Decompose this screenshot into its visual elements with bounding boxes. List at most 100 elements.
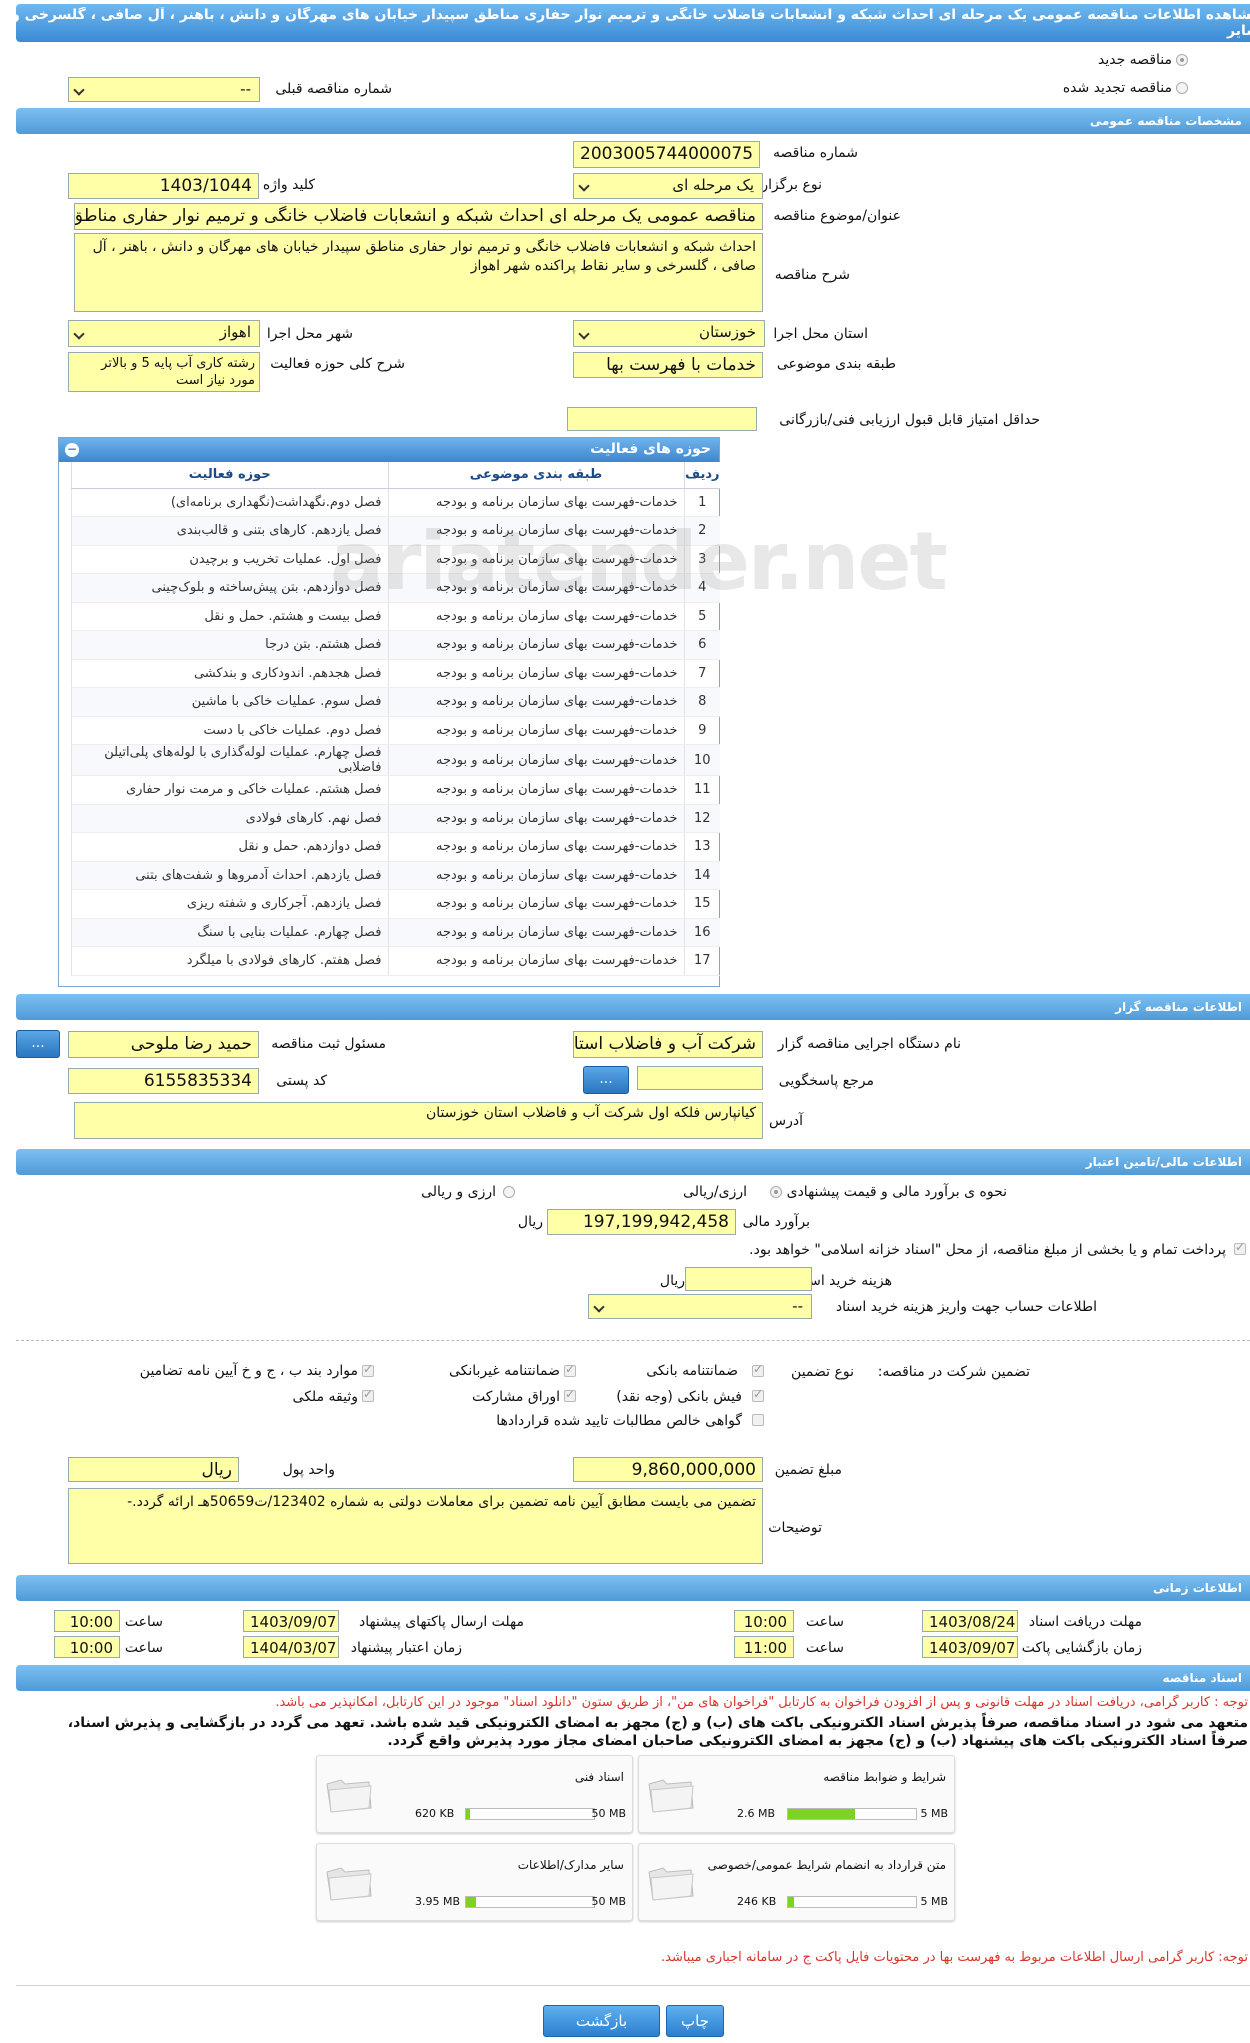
activity-cell: فصل هشتم. بتن درجا [71,630,388,660]
file-max-size: 50 MB [591,1807,626,1820]
section-timing: اطلاعات زمانی [16,1575,1250,1601]
file-size-bar [787,1896,917,1908]
currency-radio[interactable] [503,1186,515,1198]
back-button[interactable]: بازگشت [543,2005,660,2037]
table-row[interactable]: 14 خدمات-فهرست بهای سازمان برنامه و بودجه… [71,861,720,890]
notes-field: تضمین می بایست مطابق آیین نامه تضمین برا… [68,1488,763,1564]
folder-icon [648,1867,694,1901]
rial-radio[interactable] [770,1186,782,1198]
document-file-card[interactable]: سایر مدارک/اطلاعات 3.95 MB 50 MB [316,1843,633,1921]
doc-deadline-time-label: ساعت [805,1614,844,1630]
send-deadline-label: مهلت ارسال پاکتهای پیشنهاد [358,1614,524,1630]
category-cell: خدمات-فهرست بهای سازمان برنامه و بودجه [387,861,684,890]
validity-time-label: ساعت [124,1640,163,1656]
col-activity-header[interactable]: حوزه فعالیت [71,462,388,489]
cash-label: فیش بانکی (وجه نقد) [616,1389,742,1405]
table-row[interactable]: 1 خدمات-فهرست بهای سازمان برنامه و بودجه ف… [71,488,720,517]
category-cell: خدمات-فهرست بهای سازمان برنامه و بودجه [387,659,684,688]
table-row[interactable]: 15 خدمات-فهرست بهای سازمان برنامه و بودجه… [71,889,720,919]
page-title-bar: مشاهده اطلاعات مناقصه عمومی یک مرحله ای … [11,4,1250,42]
chevron-down-icon [593,1300,605,1313]
keyword-label: کلید واژه [262,177,315,193]
file-size-fill [466,1809,470,1819]
row-number-cell: 7 [683,659,720,688]
row-number-cell: 6 [683,630,720,660]
row-number-cell: 11 [683,775,720,805]
table-row[interactable]: 12 خدمات-فهرست بهای سازمان برنامه و بودجه… [71,804,720,833]
activity-cell: فصل دوم.نگهداشت(نگهداری برنامه‌ای) [71,488,388,517]
table-row[interactable]: 9 خدمات-فهرست بهای سازمان برنامه و بودجه ف… [71,716,720,745]
chevron-down-icon [578,327,590,340]
activity-cell: فصل دوازدهم. حمل و نقل [71,832,388,862]
table-row[interactable]: 13 خدمات-فهرست بهای سازمان برنامه و بودجه… [71,832,720,862]
activity-cell: فصل چهارم. عملیات بنایی با سنگ [71,918,388,947]
claims-checkbox[interactable] [752,1414,764,1426]
property-checkbox[interactable] [362,1387,374,1402]
category-cell: خدمات-فهرست بهای سازمان برنامه و بودجه [387,716,684,745]
table-row[interactable]: 8 خدمات-فهرست بهای سازمان برنامه و بودجه ف… [71,687,720,717]
clauses-label: موارد بند ب ، ج و خ آیین نامه تضامین [139,1363,358,1379]
table-row[interactable]: 11 خدمات-فهرست بهای سازمان برنامه و بودجه… [71,775,720,805]
table-row[interactable]: 10 خدمات-فهرست بهای سازمان برنامه و بودجه… [71,744,720,776]
file-current-size: 246 KB [737,1895,777,1908]
collapse-icon[interactable]: − [65,443,79,457]
org-label: نام دستگاه اجرایی مناقصه گزار [777,1036,961,1052]
document-file-card[interactable]: شرایط و ضوابط مناقصه 2.6 MB 5 MB [638,1755,955,1833]
row-number-cell: 15 [683,889,720,919]
min-score-field[interactable] [567,407,757,431]
table-row[interactable]: 7 خدمات-فهرست بهای سازمان برنامه و بودجه ف… [71,659,720,688]
registrar-field: حمید رضا ملوحی [68,1031,259,1058]
activity-cell: فصل هجدهم. اندودکاری و بندکشی [71,659,388,688]
document-file-card[interactable]: متن قرارداد به انضمام شرایط عمومی/خصوصی 2… [638,1843,955,1921]
estimate-label: برآورد مالی [742,1214,810,1230]
nonbank-guarantee-checkbox[interactable] [564,1362,576,1377]
file-name: اسناد فنی [574,1770,624,1784]
category-label: طبقه بندی موضوعی [776,356,896,372]
bank-guarantee-checkbox[interactable] [752,1362,764,1377]
account-select[interactable]: -- [588,1294,812,1319]
doc-deadline-time: 10:00 [734,1610,794,1632]
treasury-checkbox[interactable] [1234,1240,1246,1255]
registrar-lookup-button[interactable]: ... [16,1030,60,1058]
renewed-tender-label: مناقصه تجدید شده [1062,80,1172,96]
new-tender-radio[interactable] [1176,54,1188,66]
table-row[interactable]: 17 خدمات-فهرست بهای سازمان برنامه و بودجه… [71,946,720,976]
col-row-header[interactable]: ردیف [683,462,720,489]
row-number-cell: 14 [683,861,720,890]
page-title: مشاهده اطلاعات مناقصه عمومی یک مرحله ای … [11,7,1250,39]
opening-time: 11:00 [734,1636,794,1658]
documents-note: توجه : کاربر گرامی، دریافت اسناد در مهلت… [275,1695,1248,1710]
chevron-down-icon [73,327,85,340]
table-row[interactable]: 6 خدمات-فهرست بهای سازمان برنامه و بودجه ف… [71,630,720,660]
row-number-cell: 17 [683,946,720,976]
bonds-checkbox[interactable] [564,1387,576,1402]
activity-cell: فصل دوم. عملیات خاکی با دست [71,716,388,745]
province-select[interactable]: خوزستان [573,320,765,347]
prev-number-select[interactable]: -- [68,77,260,102]
print-button[interactable]: چاپ [666,2005,724,2037]
cash-checkbox[interactable] [752,1387,764,1402]
category-cell: خدمات-فهرست بهای سازمان برنامه و بودجه [387,630,684,660]
subject-label: عنوان/موضوع مناقصه [773,208,901,224]
guarantee-amount-label: مبلغ تضمین [774,1462,842,1478]
validity-date: 1404/03/07 [243,1636,339,1658]
city-select[interactable]: اهواز [68,320,260,347]
reference-label: مرجع پاسخگویی [778,1073,874,1089]
tender-number-label: شماره مناقصه [773,145,858,161]
doc-fee-field [685,1267,812,1291]
guarantee-type-label: نوع تضمین [791,1364,854,1380]
claims-label: گواهی خالص مطالبات تایید شده قراردادها [496,1413,742,1429]
registrar-label: مسئول ثبت مناقصه [271,1036,386,1052]
renewed-tender-radio[interactable] [1176,82,1188,94]
description-field: احداث شبکه و انشعابات فاضلاب خانگی و ترم… [74,233,763,312]
bonds-label: اوراق مشارکت [471,1389,560,1405]
reference-lookup-button[interactable]: ... [583,1066,629,1094]
min-score-label: حداقل امتیاز قابل قبول ارزیابی فنی/بازرگ… [779,412,1040,428]
clauses-checkbox[interactable] [362,1362,374,1377]
table-row[interactable]: 16 خدمات-فهرست بهای سازمان برنامه و بودجه… [71,918,720,947]
holding-type-select[interactable]: یک مرحله ای [573,173,763,199]
postal-label: کد پستی [276,1073,327,1089]
col-category-header[interactable]: طبقه بندی موضوعی [387,462,684,489]
folder-icon [326,1867,372,1901]
document-file-card[interactable]: اسناد فنی 620 KB 50 MB [316,1755,633,1833]
